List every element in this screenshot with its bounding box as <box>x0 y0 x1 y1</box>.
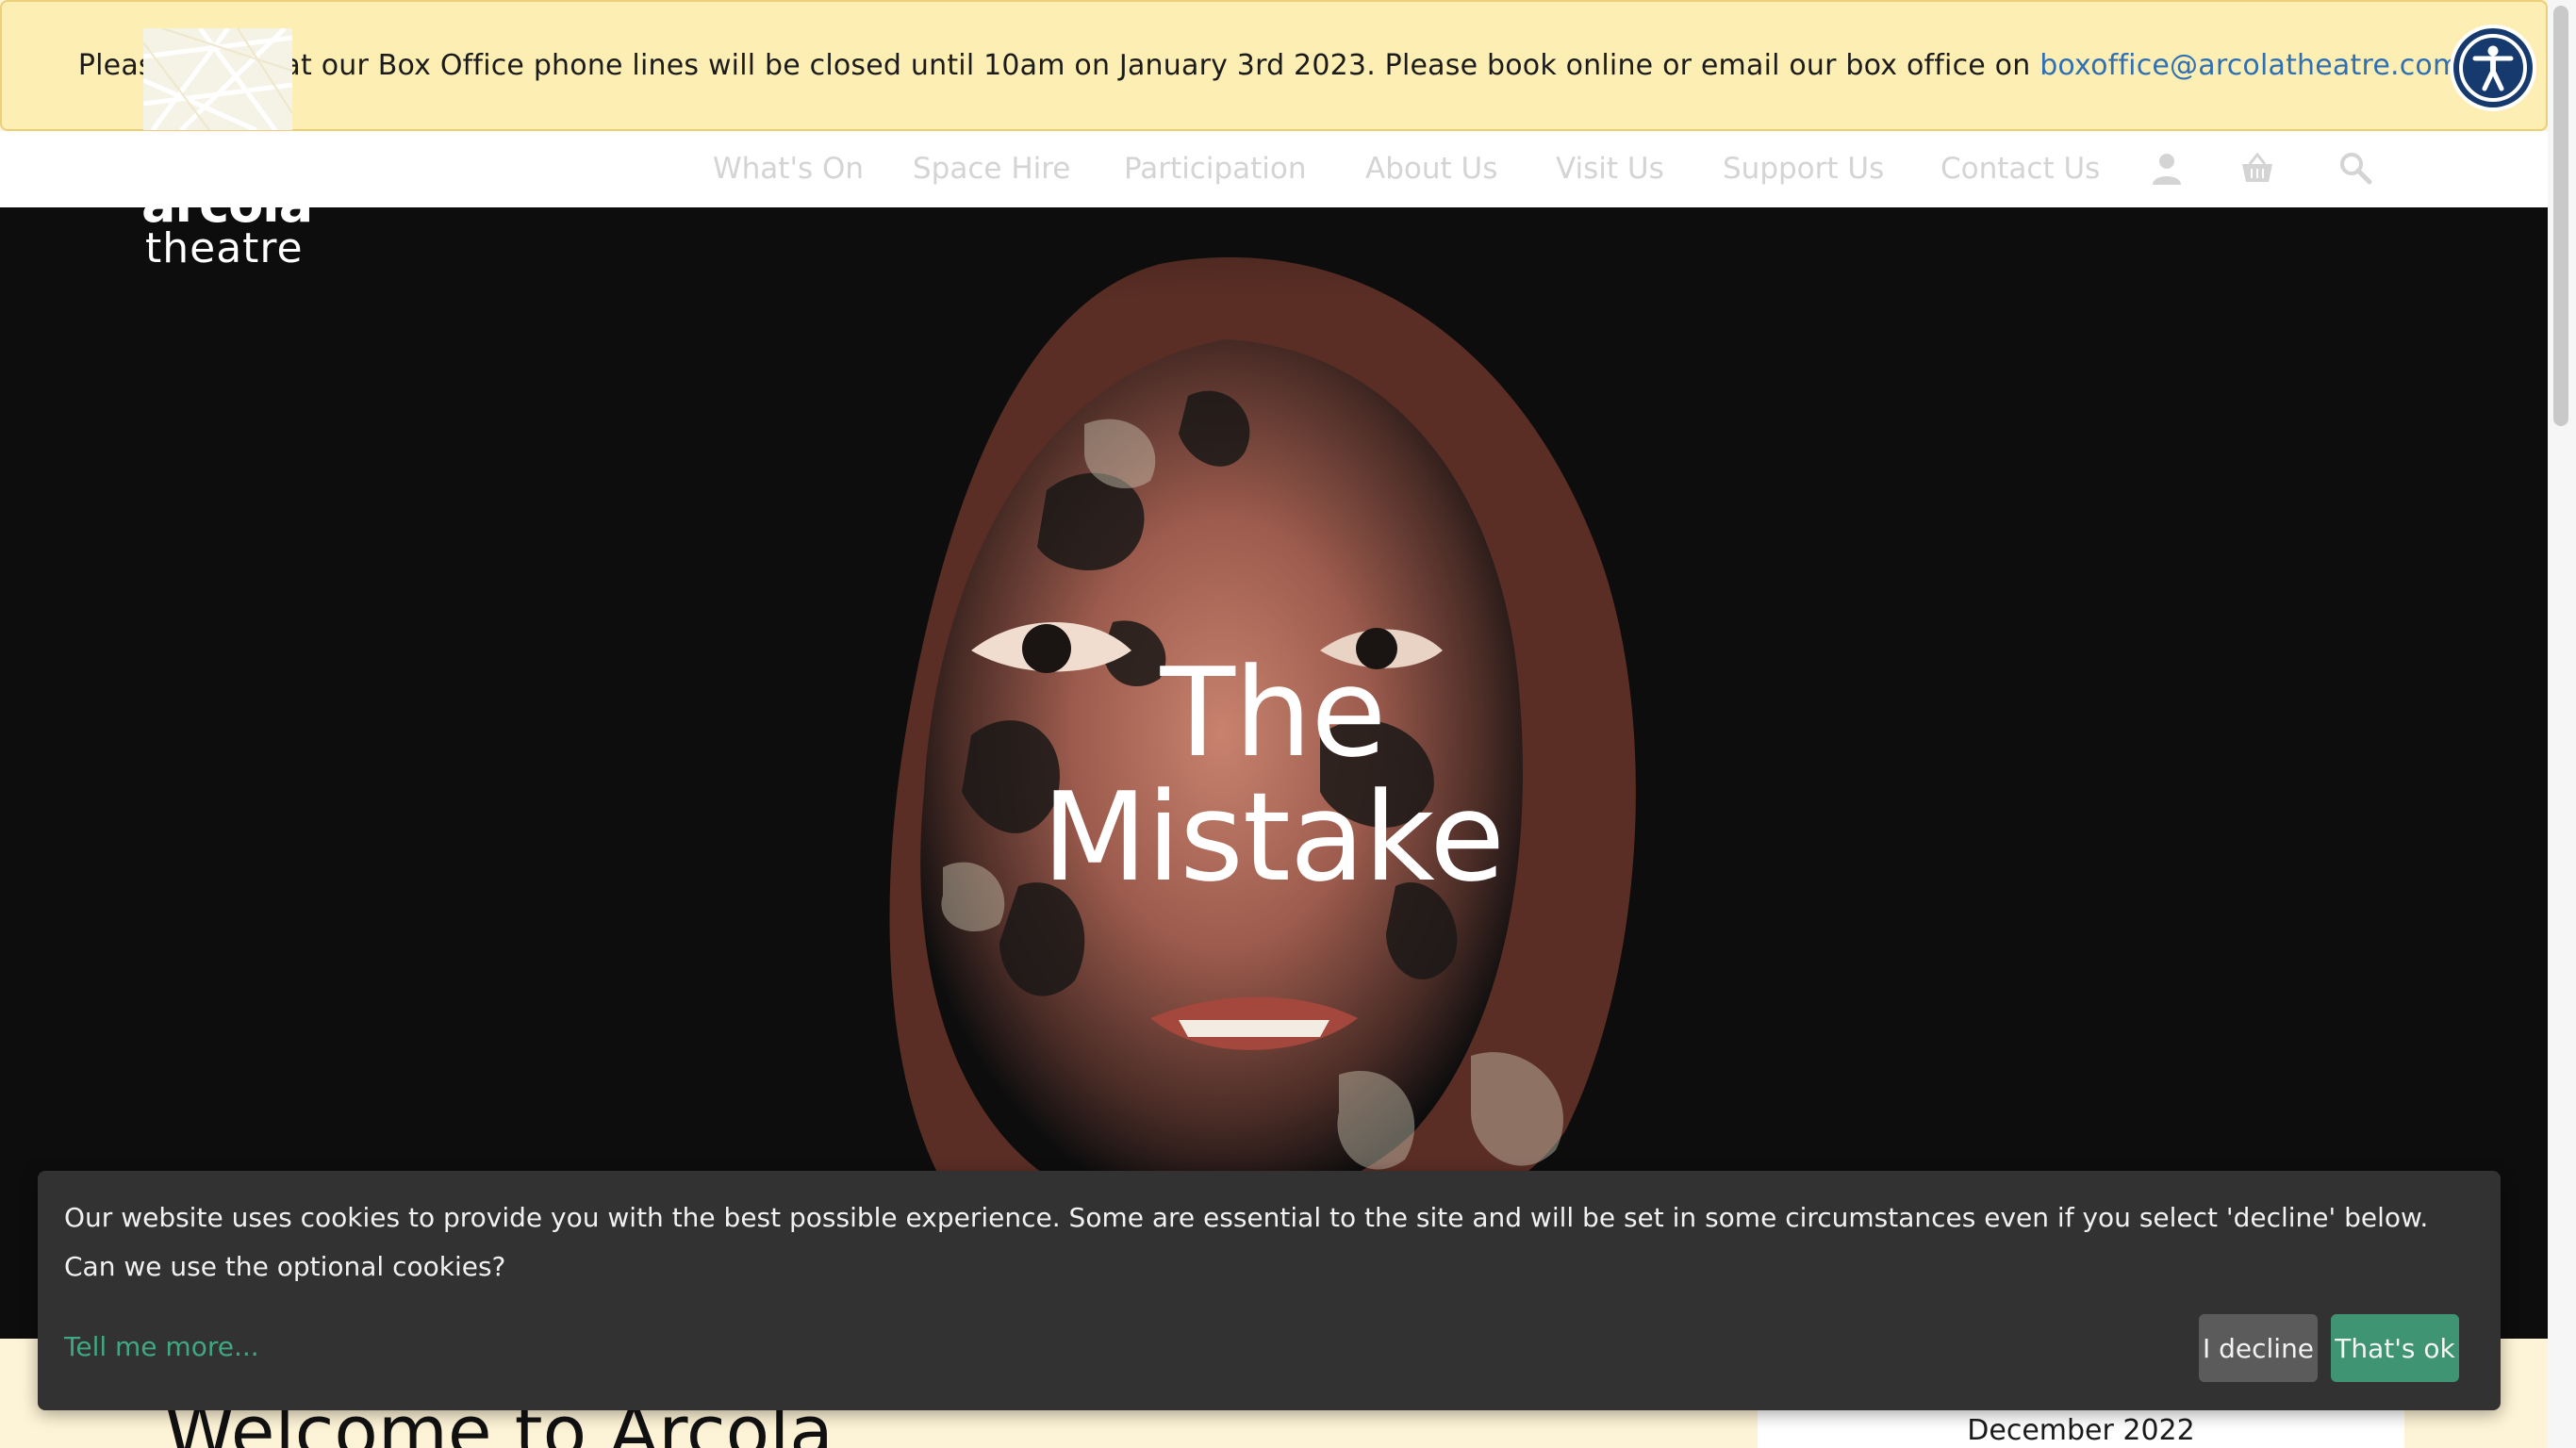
cookie-message: Our website uses cookies to provide you … <box>64 1202 2429 1282</box>
cookie-more-link[interactable]: Tell me more... <box>64 1331 259 1362</box>
accessibility-icon <box>2472 45 2514 91</box>
notice-text: Please note that our Box Office phone li… <box>78 49 2469 82</box>
basket-icon[interactable] <box>2238 150 2276 188</box>
page: Please note that our Box Office phone li… <box>0 0 2576 1448</box>
nav-item-about-us[interactable]: About Us <box>1365 131 1497 207</box>
logo-mark-icon <box>143 28 292 130</box>
notice-message: Please note that our Box Office phone li… <box>77 49 2040 82</box>
accessibility-button[interactable] <box>2450 25 2536 111</box>
nav-item-visit-us[interactable]: Visit Us <box>1556 131 1664 207</box>
hero-title-line-2: Mistake <box>1041 765 1505 909</box>
box-office-email-link[interactable]: boxoffice@arcolatheatre.com <box>2039 49 2460 82</box>
nav-item-contact-us[interactable]: Contact Us <box>1940 131 2100 207</box>
search-icon[interactable] <box>2337 150 2374 188</box>
logo-word-arcola: arcola <box>141 174 313 234</box>
hero-banner[interactable]: The Mistake <box>0 207 2548 1339</box>
notice-bar: Please note that our Box Office phone li… <box>0 0 2548 131</box>
hero-title-line-1: The <box>1160 641 1387 784</box>
arcola-logo[interactable]: arcola theatre <box>141 28 313 275</box>
nav-item-participation[interactable]: Participation <box>1124 131 1307 207</box>
nav-item-space-hire[interactable]: Space Hire <box>913 131 1070 207</box>
decline-cookies-button[interactable]: I decline <box>2199 1314 2318 1382</box>
logo-word-theatre: theatre <box>145 224 304 272</box>
main-nav: What's On Space Hire Participation About… <box>0 131 2548 207</box>
accept-cookies-button[interactable]: That's ok <box>2331 1314 2459 1382</box>
cookie-banner: Our website uses cookies to provide you … <box>38 1171 2501 1410</box>
hero-title: The Mistake <box>943 650 1603 899</box>
scrollbar-thumb[interactable] <box>2553 6 2568 426</box>
account-icon[interactable] <box>2148 150 2186 188</box>
calendar-month: December 2022 <box>1967 1414 2195 1447</box>
nav-item-whats-on[interactable]: What's On <box>713 131 864 207</box>
nav-item-support-us[interactable]: Support Us <box>1723 131 1884 207</box>
